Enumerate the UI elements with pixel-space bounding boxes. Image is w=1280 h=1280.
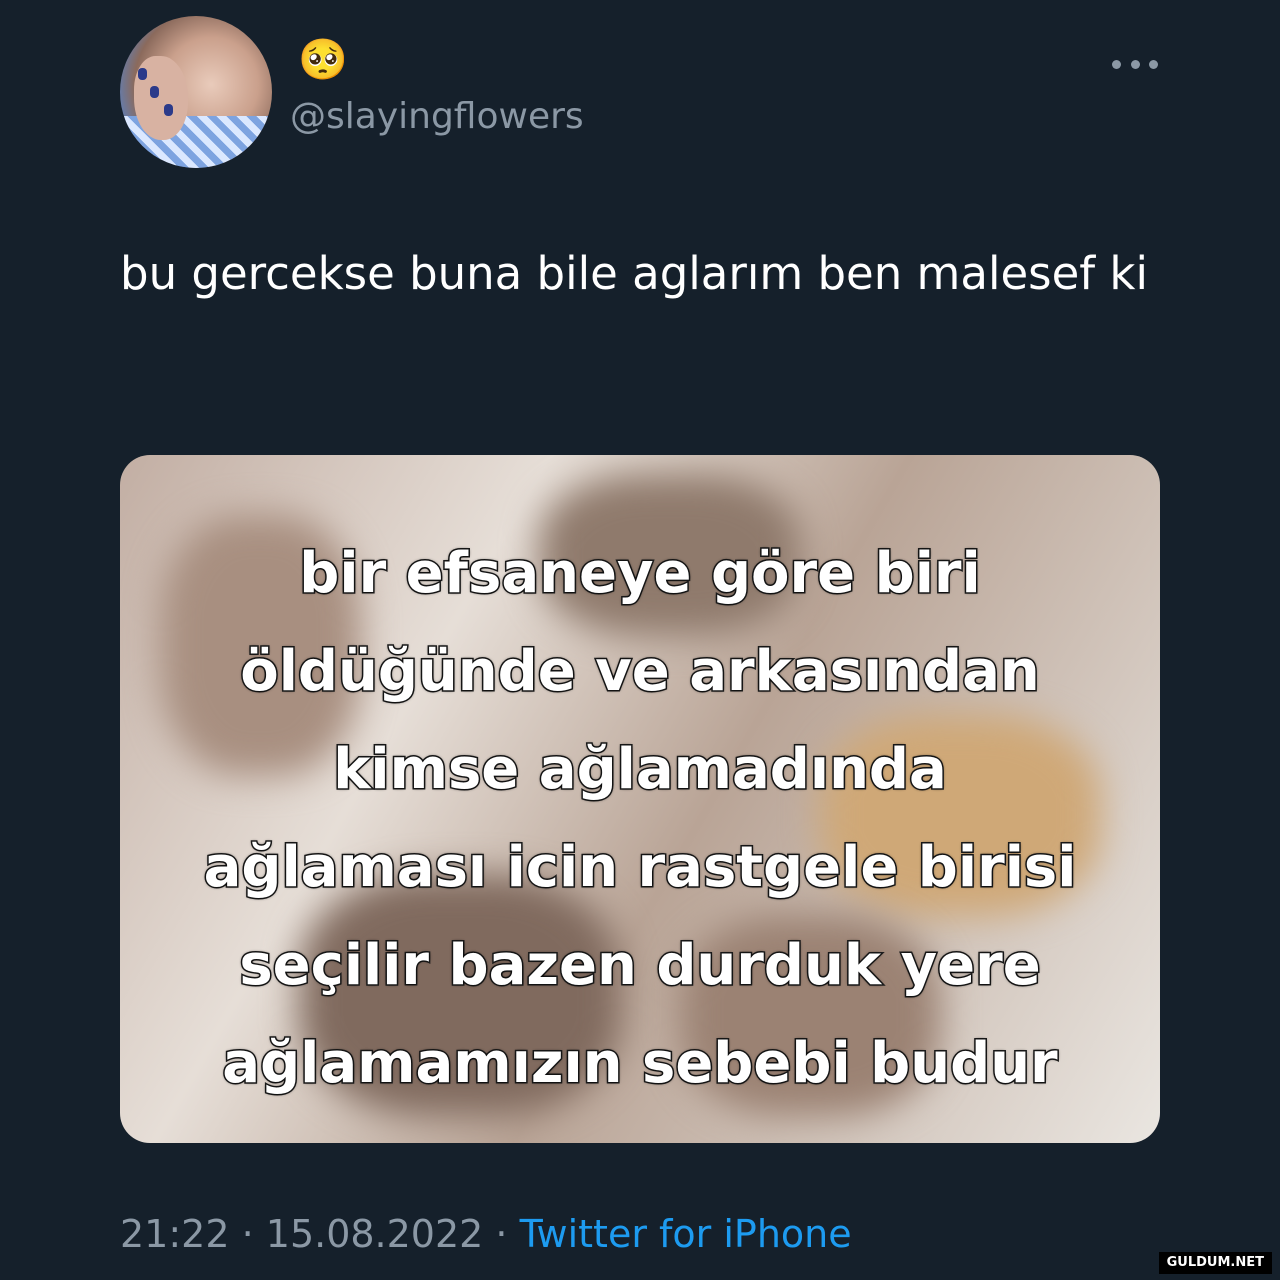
avatar-nail	[150, 86, 159, 98]
more-options-icon[interactable]	[1112, 52, 1158, 76]
tweet-source-link[interactable]: Twitter for iPhone	[520, 1212, 852, 1256]
more-dot	[1112, 59, 1121, 69]
caption-line: kimse ağlamadında	[332, 736, 949, 804]
media-caption: bir efsaneye göre biri öldüğünde ve arka…	[120, 525, 1160, 1113]
tweet-text: bu gercekse buna bile aglarım ben malese…	[120, 247, 1148, 300]
caption-line: ağlamamızın sebebi budur	[221, 1030, 1059, 1098]
tweet-date[interactable]: 15.08.2022	[266, 1212, 484, 1256]
more-dot	[1149, 59, 1158, 69]
watermark: GULDUM.NET	[1158, 1252, 1272, 1274]
avatar-nail	[138, 68, 147, 80]
caption-line: bir efsaneye göre biri	[298, 540, 982, 608]
tweet-meta: 21:22 · 15.08.2022 · Twitter for iPhone	[120, 1212, 852, 1256]
caption-line: ağlaması icin rastgele birisi	[202, 834, 1078, 902]
user-handle[interactable]: @slayingflowers	[290, 96, 584, 137]
meta-separator: ·	[483, 1212, 520, 1256]
avatar-nail	[164, 104, 173, 116]
caption-line: seçilir bazen durduk yere	[238, 932, 1042, 1000]
display-name[interactable]: 🥺	[298, 34, 350, 86]
more-dot	[1130, 59, 1140, 69]
meta-separator: ·	[229, 1212, 266, 1256]
avatar[interactable]	[120, 16, 272, 168]
tweet-time[interactable]: 21:22	[120, 1212, 230, 1256]
tweet-media[interactable]: bir efsaneye göre biri öldüğünde ve arka…	[120, 455, 1160, 1143]
caption-line: öldüğünde ve arkasından	[239, 638, 1042, 706]
